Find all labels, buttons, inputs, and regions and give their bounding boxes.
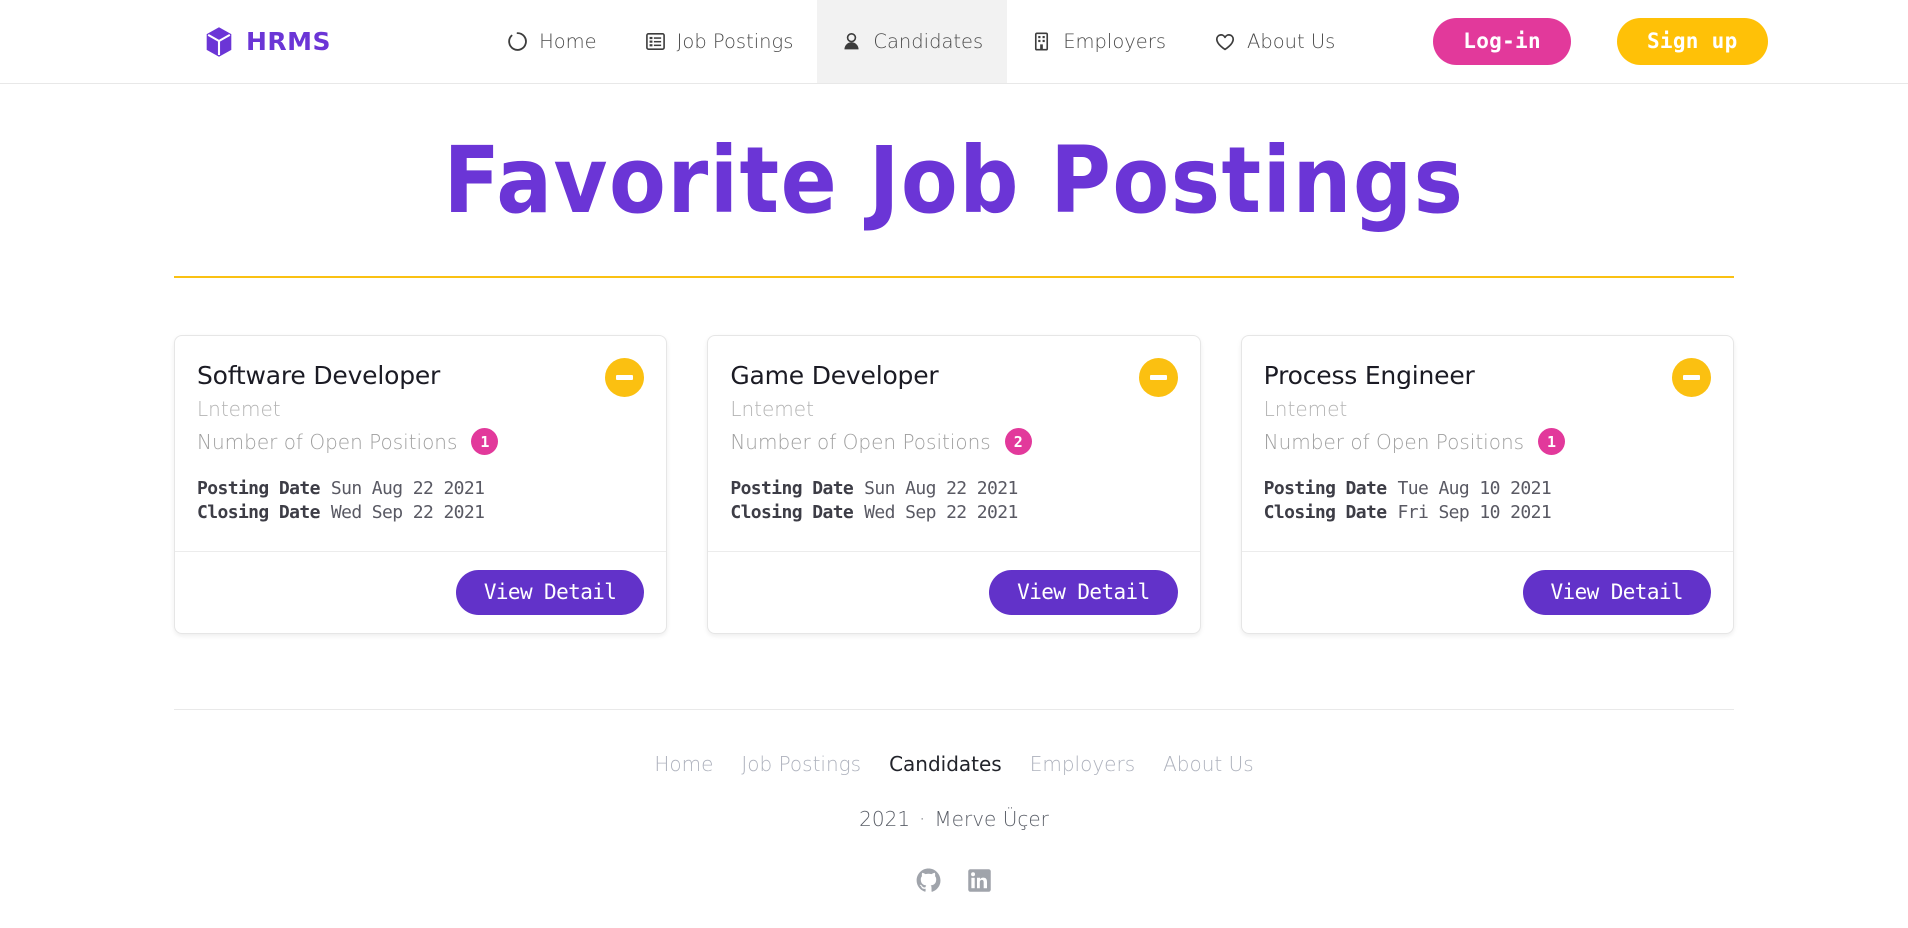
nav-item-label: Home — [539, 30, 597, 53]
job-posting-card: Process Engineer Lntemet Number of Open … — [1240, 334, 1734, 635]
nav-item-label: Candidates — [873, 30, 984, 53]
posting-date-label: Posting Date — [1263, 478, 1387, 500]
minus-icon — [1149, 374, 1167, 380]
posting-date-label: Posting Date — [730, 478, 854, 500]
footer-nav: Home Job Postings Candidates Employers A… — [174, 752, 1734, 776]
copyright-year: 2021 — [859, 807, 911, 832]
dates-block: Posting Date Sun Aug 22 2021 Closing Dat… — [197, 477, 644, 525]
dates-block: Posting Date Tue Aug 10 2021 Closing Dat… — [1264, 477, 1711, 525]
brand-label: HRMS — [246, 27, 332, 56]
login-button[interactable]: Log-in — [1433, 18, 1571, 65]
nav-item-label: Job Postings — [676, 30, 794, 53]
nav-item-label: About Us — [1246, 30, 1336, 53]
open-positions-label: Number of Open Positions — [197, 429, 458, 454]
nav-item-candidates[interactable]: Candidates — [817, 0, 1008, 83]
social-links — [174, 868, 1734, 898]
closing-date-row: Closing Date Fri Sep 10 2021 — [1264, 501, 1711, 525]
minus-icon — [616, 374, 634, 380]
employer-name: Lntemet — [1263, 397, 1348, 422]
posting-date-row: Posting Date Sun Aug 22 2021 — [730, 477, 1177, 501]
closing-date-row: Closing Date Wed Sep 22 2021 — [197, 501, 644, 525]
nav-item-job-postings[interactable]: Job Postings — [621, 0, 818, 83]
card-footer: View Detail — [175, 551, 667, 633]
favorite-job-postings-list: Software Developer Lntemet Number of Ope… — [174, 334, 1734, 635]
nav-item-home[interactable]: Home — [483, 0, 621, 83]
closing-date-label: Closing Date — [197, 502, 320, 524]
open-positions-row: Number of Open Positions 1 — [1263, 428, 1711, 456]
copyright: 2021 · Merve Üçer — [174, 807, 1734, 831]
circle-dashed-icon — [507, 31, 528, 52]
open-positions-badge: 1 — [471, 428, 499, 456]
open-positions-row: Number of Open Positions 1 — [197, 428, 644, 456]
view-detail-button[interactable]: View Detail — [989, 570, 1178, 616]
card-body: Software Developer Lntemet Number of Ope… — [175, 336, 666, 551]
nav-actions: Log-in Sign up — [1433, 0, 1768, 83]
open-positions-badge: 1 — [1538, 428, 1566, 456]
footer-link-employers[interactable]: Employers — [1030, 752, 1135, 776]
posting-date-row: Posting Date Tue Aug 10 2021 — [1264, 477, 1711, 501]
closing-date-value: Wed Sep 22 2021 — [864, 502, 1018, 524]
main-content: Favorite Job Postings Software Developer… — [174, 84, 1734, 898]
signup-button[interactable]: Sign up — [1616, 18, 1768, 65]
closing-date-value: Wed Sep 22 2021 — [330, 502, 485, 524]
open-positions-row: Number of Open Positions 2 — [730, 428, 1177, 456]
employer-name: Lntemet — [197, 397, 281, 422]
job-title: Process Engineer — [1263, 360, 1475, 390]
footer-link-home[interactable]: Home — [654, 752, 713, 776]
view-detail-button[interactable]: View Detail — [455, 570, 645, 616]
minus-icon — [1682, 374, 1700, 380]
footer-divider — [174, 709, 1734, 711]
open-positions-label: Number of Open Positions — [730, 429, 991, 454]
user-icon — [841, 31, 862, 52]
posting-date-value: Tue Aug 10 2021 — [1397, 478, 1552, 500]
card-body: Game Developer Lntemet Number of Open Po… — [708, 336, 1199, 551]
card-footer: View Detail — [1241, 551, 1733, 633]
remove-favorite-button[interactable] — [1671, 357, 1711, 397]
posting-date-value: Sun Aug 22 2021 — [864, 478, 1018, 500]
page-title: Favorite Job Postings — [443, 127, 1465, 234]
nav-links: Home Job Postings Candidates Employers A… — [483, 0, 1359, 83]
job-title: Software Developer — [197, 360, 441, 390]
posting-date-row: Posting Date Sun Aug 22 2021 — [197, 477, 644, 501]
open-positions-badge: 2 — [1004, 428, 1032, 456]
job-posting-card: Software Developer Lntemet Number of Ope… — [174, 334, 668, 635]
view-detail-button[interactable]: View Detail — [1522, 570, 1711, 616]
closing-date-value: Fri Sep 10 2021 — [1397, 502, 1552, 524]
footer-link-candidates[interactable]: Candidates — [889, 752, 1002, 776]
closing-date-label: Closing Date — [730, 502, 854, 524]
remove-favorite-button[interactable] — [1138, 357, 1178, 397]
top-navbar: HRMS Home Job Postings Candidates Employ… — [0, 0, 1908, 84]
footer-link-job-postings[interactable]: Job Postings — [741, 752, 861, 776]
closing-date-row: Closing Date Wed Sep 22 2021 — [730, 501, 1177, 525]
posting-date-label: Posting Date — [197, 478, 320, 500]
employer-name: Lntemet — [730, 397, 814, 422]
job-posting-card: Game Developer Lntemet Number of Open Po… — [707, 334, 1201, 635]
job-title: Game Developer — [730, 360, 939, 390]
card-footer: View Detail — [708, 551, 1200, 633]
brand-logo[interactable]: HRMS — [200, 0, 335, 83]
github-icon[interactable] — [916, 868, 941, 898]
posting-date-value: Sun Aug 22 2021 — [330, 478, 485, 500]
open-positions-label: Number of Open Positions — [1263, 429, 1525, 454]
cube-icon — [206, 26, 232, 57]
remove-favorite-button[interactable] — [605, 357, 645, 397]
copyright-author: Merve Üçer — [934, 807, 1049, 832]
card-body: Process Engineer Lntemet Number of Open … — [1242, 336, 1733, 551]
nav-item-label: Employers — [1063, 30, 1166, 53]
nav-item-about-us[interactable]: About Us — [1190, 0, 1359, 83]
linkedin-icon[interactable] — [967, 868, 992, 898]
closing-date-label: Closing Date — [1263, 502, 1387, 524]
dates-block: Posting Date Sun Aug 22 2021 Closing Dat… — [730, 477, 1177, 525]
heart-icon — [1214, 31, 1236, 53]
title-divider — [174, 275, 1734, 278]
footer-link-about-us[interactable]: About Us — [1163, 752, 1254, 776]
copyright-separator: · — [919, 807, 926, 832]
building-icon — [1031, 31, 1052, 52]
list-icon — [645, 31, 666, 52]
nav-item-employers[interactable]: Employers — [1007, 0, 1190, 83]
